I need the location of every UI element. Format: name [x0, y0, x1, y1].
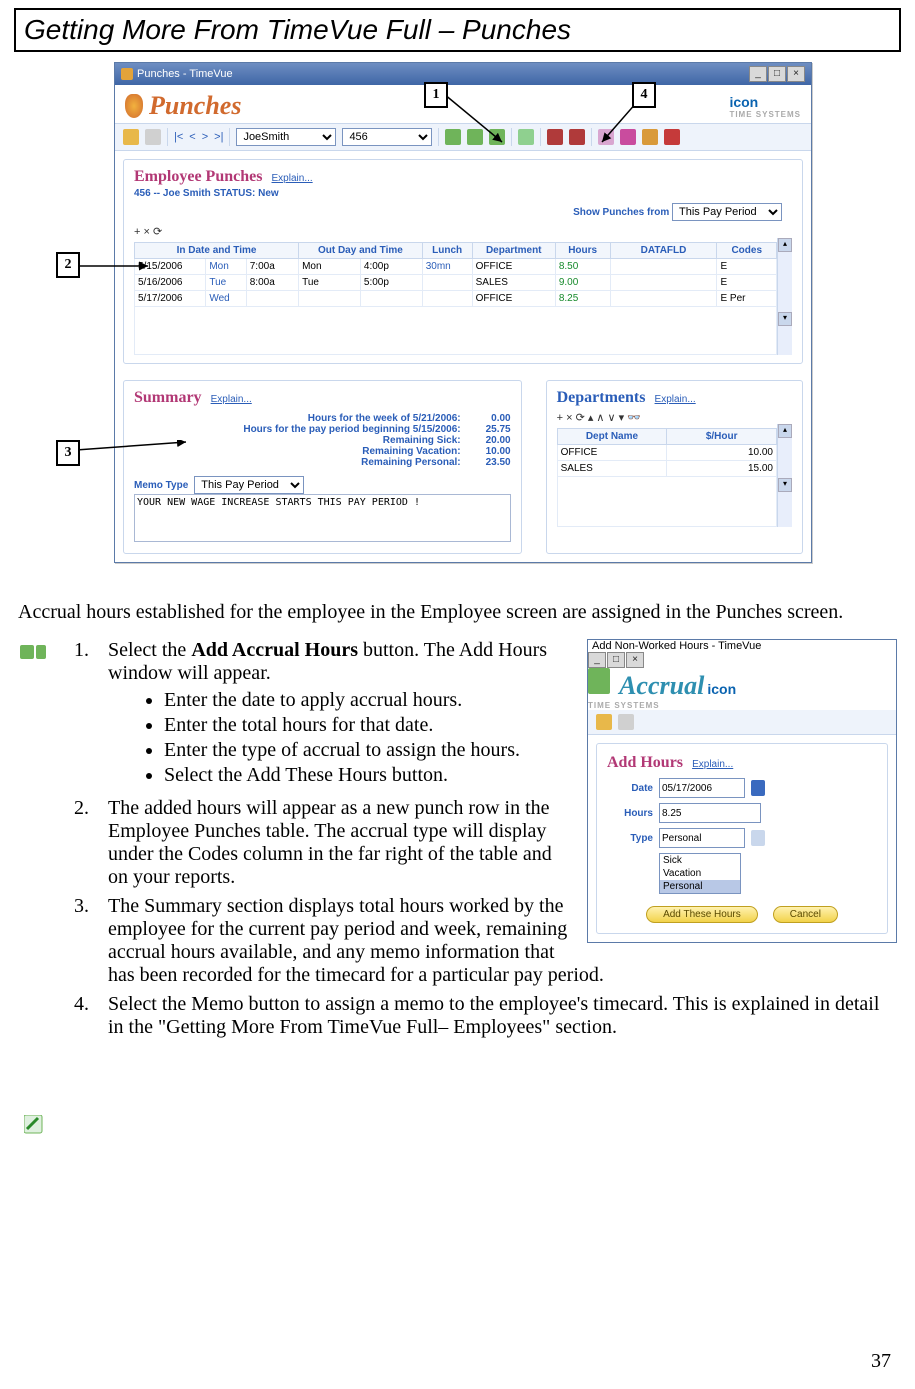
col-rate[interactable]: $/Hour [667, 429, 777, 445]
punches-row-icons[interactable]: + × ⟳ [134, 225, 792, 238]
page-title: Getting More From TimeVue Full – Punches [14, 8, 901, 52]
print-icon[interactable] [145, 129, 161, 145]
col-lunch[interactable]: Lunch [422, 243, 472, 259]
memo-button-icon [24, 1115, 54, 1135]
page-number: 37 [871, 1350, 891, 1373]
misc-icon-1[interactable] [598, 129, 614, 145]
window-titlebar: Punches - TimeVue _ □ × [115, 63, 811, 85]
vacation-value: 10.00 [471, 446, 511, 457]
table-row-empty [557, 477, 776, 527]
window-title: Punches - TimeVue [137, 68, 233, 80]
table-row[interactable]: OFFICE10.00 [557, 445, 776, 461]
memo-type-dropdown[interactable]: This Pay Period [194, 476, 304, 494]
table-scrollbar[interactable]: ▴▾ [777, 238, 792, 355]
misc-icon-4[interactable] [664, 129, 680, 145]
employee-punches-section: Employee Punches Explain... 456 -- Joe S… [123, 159, 803, 364]
punches-header: Punches [149, 91, 241, 121]
misc-icon-3[interactable] [642, 129, 658, 145]
intro-paragraph: Accrual hours established for the employ… [18, 600, 897, 625]
punches-table: In Date and Time Out Day and Time Lunch … [134, 242, 777, 355]
col-codes[interactable]: Codes [717, 243, 777, 259]
employee-dropdown[interactable]: JoeSmith [236, 128, 336, 146]
sick-label: Remaining Sick: [134, 435, 461, 446]
week-hours-label: Hours for the week of 5/21/2006: [134, 413, 461, 424]
punches-figure: 1 4 2 3 Punches - TimeVue _ □ × Punches … [114, 62, 814, 582]
employee-id-dropdown[interactable]: 456 [342, 128, 432, 146]
bullet: Enter the date to apply accrual hours. [164, 689, 897, 712]
step-3: 3.The Summary section displays total hou… [108, 895, 897, 987]
callout-3: 3 [56, 440, 80, 466]
memo-icon[interactable] [518, 129, 534, 145]
explain-link[interactable]: Explain... [272, 173, 313, 184]
dept-scrollbar[interactable]: ▴▾ [777, 424, 792, 527]
step-1: 1. Select the Add Accrual Hours button. … [108, 639, 897, 787]
memo-type-label: Memo Type [134, 480, 188, 491]
step-4: 4.Select the Memo button to assign a mem… [108, 993, 897, 1039]
departments-section: Departments Explain... + × ⟳ ▴ ∧ ∨ ▾ 👓 D… [546, 380, 803, 554]
step-2: 2.The added hours will appear as a new p… [108, 797, 897, 889]
col-dept[interactable]: Department [472, 243, 555, 259]
callout-2: 2 [56, 252, 80, 278]
table-row-empty [135, 307, 777, 355]
nav-prev-icon[interactable]: < [189, 131, 195, 143]
bullet: Enter the total hours for that date. [164, 714, 897, 737]
status-line: 456 -- Joe Smith STATUS: New [134, 188, 792, 199]
summary-title: Summary [134, 389, 202, 406]
dept-row-icons[interactable]: + × ⟳ ▴ ∧ ∨ ▾ 👓 [557, 411, 792, 424]
table-row[interactable]: 5/15/2006Mon7:00a Mon4:00p 30mnOFFICE 8.… [135, 259, 777, 275]
steps-list: 1. Select the Add Accrual Hours button. … [108, 639, 897, 1039]
col-out[interactable]: Out Day and Time [299, 243, 423, 259]
memo-textarea[interactable]: YOUR NEW WAGE INCREASE STARTS THIS PAY P… [134, 494, 511, 542]
red-icon-1[interactable] [547, 129, 563, 145]
accrual-icon-2[interactable] [467, 129, 483, 145]
departments-table: Dept Name$/Hour OFFICE10.00 SALES15.00 [557, 428, 777, 527]
col-hours[interactable]: Hours [555, 243, 610, 259]
summary-section: Summary Explain... Hours for the week of… [123, 380, 522, 554]
explain-link[interactable]: Explain... [211, 394, 252, 405]
col-in[interactable]: In Date and Time [135, 243, 299, 259]
app-icon [121, 68, 133, 80]
employee-punches-title: Employee Punches [134, 168, 262, 185]
toolbar: |< < > >| JoeSmith 456 [115, 124, 811, 151]
nav-first-icon[interactable]: |< [174, 131, 183, 143]
explain-link[interactable]: Explain... [655, 394, 696, 405]
add-accrual-hours-icon [18, 643, 48, 663]
minimize-button[interactable]: _ [749, 66, 767, 82]
period-hours-value: 25.75 [471, 424, 511, 435]
col-datafld[interactable]: DATAFLD [610, 243, 717, 259]
departments-title: Departments [557, 389, 646, 406]
vacation-label: Remaining Vacation: [134, 446, 461, 457]
brand-logo: iconTIME SYSTEMS [729, 94, 801, 119]
col-dept-name[interactable]: Dept Name [557, 429, 667, 445]
table-row[interactable]: SALES15.00 [557, 461, 776, 477]
misc-icon-2[interactable] [620, 129, 636, 145]
nav-last-icon[interactable]: >| [214, 131, 223, 143]
table-row[interactable]: 5/16/2006Tue8:00a Tue5:00p SALES 9.00E [135, 275, 777, 291]
maximize-button[interactable]: □ [768, 66, 786, 82]
accrual-icon-3[interactable] [489, 129, 505, 145]
punches-logo-icon [125, 94, 143, 118]
callout-4: 4 [632, 82, 656, 108]
close-button[interactable]: × [787, 66, 805, 82]
personal-value: 23.50 [471, 457, 511, 468]
table-row[interactable]: 5/17/2006Wed OFFICE 8.25E Per [135, 291, 777, 307]
red-icon-2[interactable] [569, 129, 585, 145]
personal-label: Remaining Personal: [134, 457, 461, 468]
week-hours-value: 0.00 [471, 413, 511, 424]
bullet: Select the Add These Hours button. [164, 764, 897, 787]
sick-value: 20.00 [471, 435, 511, 446]
show-punches-label: Show Punches from [573, 207, 669, 218]
add-accrual-icon[interactable] [445, 129, 461, 145]
bullet: Enter the type of accrual to assign the … [164, 739, 897, 762]
nav-next-icon[interactable]: > [202, 131, 208, 143]
lock-icon[interactable] [123, 129, 139, 145]
callout-1: 1 [424, 82, 448, 108]
period-hours-label: Hours for the pay period beginning 5/15/… [134, 424, 461, 435]
show-punches-dropdown[interactable]: This Pay Period [672, 203, 782, 221]
